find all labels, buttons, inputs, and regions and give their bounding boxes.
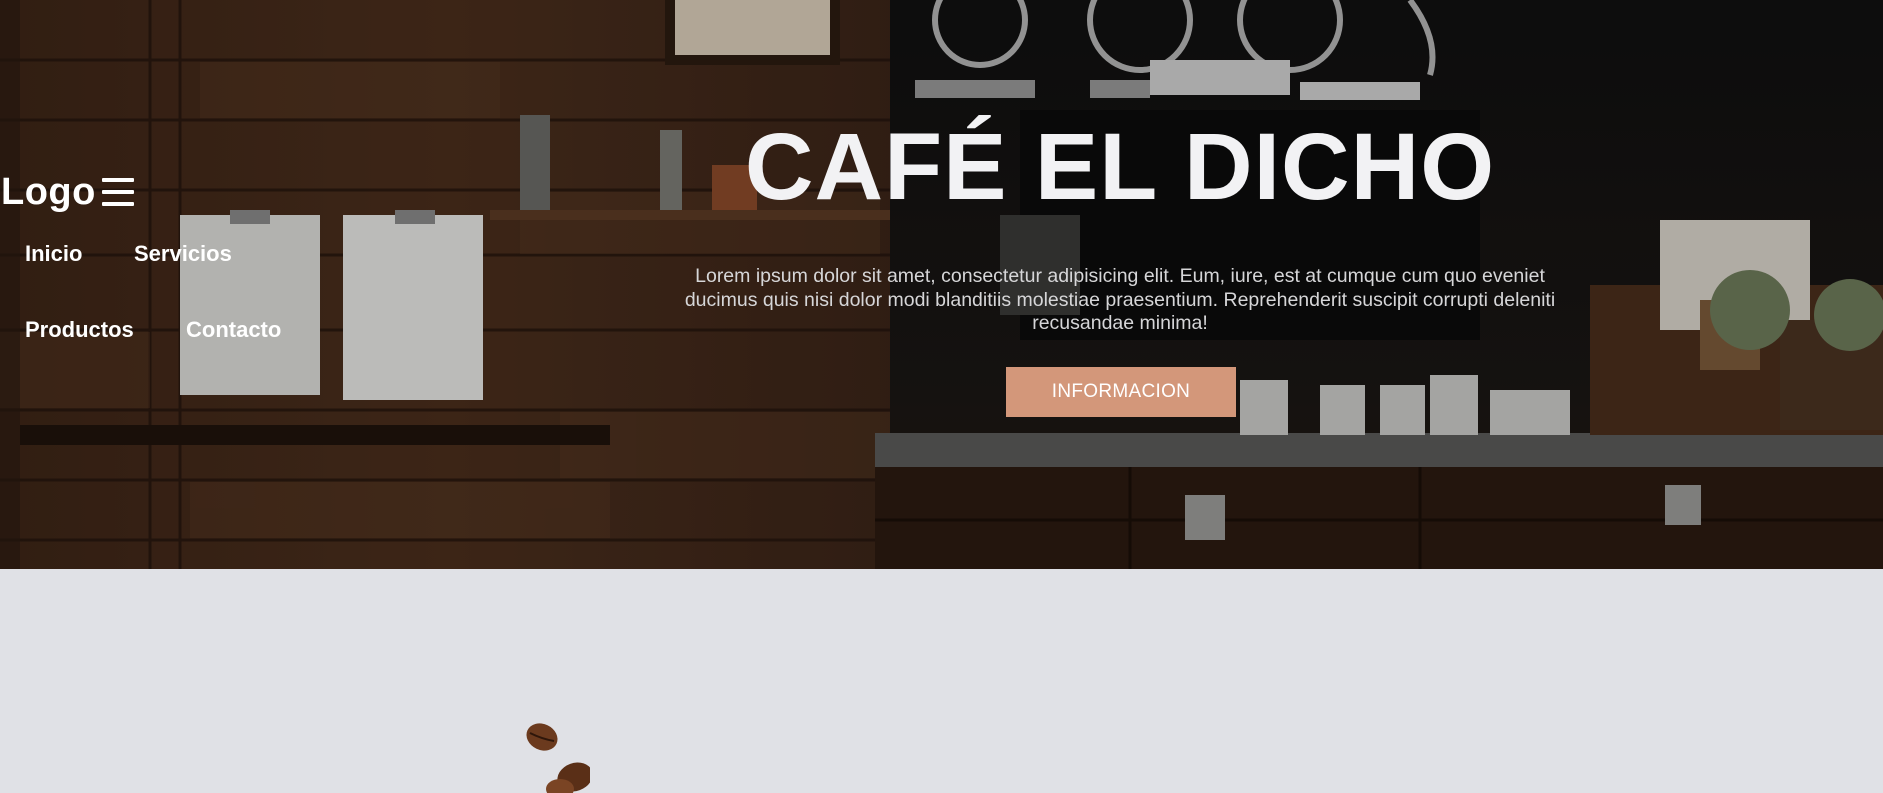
content-section xyxy=(0,569,1883,793)
nav-link-contacto[interactable]: Contacto xyxy=(186,317,281,343)
nav-link-inicio[interactable]: Inicio xyxy=(25,241,82,267)
coffee-beans-image xyxy=(526,723,590,793)
nav-link-servicios[interactable]: Servicios xyxy=(134,241,232,267)
header-logo-row: Logo xyxy=(1,170,134,214)
hamburger-menu-icon[interactable] xyxy=(101,178,134,206)
hero-description: Lorem ipsum dolor sit amet, consectetur … xyxy=(684,265,1556,334)
hero-section: Logo Inicio Servicios Productos Contacto… xyxy=(0,0,1883,569)
hero-title: CAFÉ EL DICHO xyxy=(744,114,1496,220)
nav-link-productos[interactable]: Productos xyxy=(25,317,134,343)
informacion-button[interactable]: INFORMACION xyxy=(1006,367,1236,417)
logo[interactable]: Logo xyxy=(1,170,96,214)
